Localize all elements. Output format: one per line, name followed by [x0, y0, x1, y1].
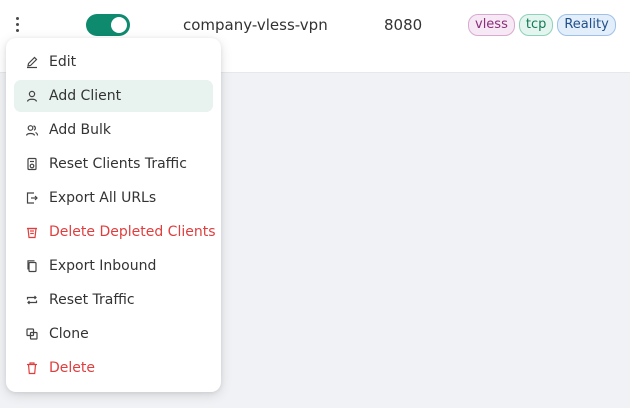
user-icon [25, 89, 39, 103]
menu-item-export-inbound[interactable]: Export Inbound [14, 250, 213, 282]
inbound-port: 8080 [384, 16, 423, 34]
menu-item-label: Export Inbound [49, 258, 157, 274]
more-actions-icon[interactable] [10, 12, 24, 36]
menu-item-clone[interactable]: Clone [14, 318, 213, 350]
menu-item-label: Delete Depleted Clients [49, 224, 216, 240]
menu-item-add-client[interactable]: Add Client [14, 80, 213, 112]
rest-icon [25, 225, 39, 239]
trash-icon [25, 361, 39, 375]
menu-item-label: Reset Traffic [49, 292, 135, 308]
menu-item-delete-depleted-clients[interactable]: Delete Depleted Clients [14, 216, 216, 248]
protocol-tags: vless tcp Reality [468, 14, 616, 36]
enable-toggle[interactable] [86, 14, 130, 36]
menu-item-add-bulk[interactable]: Add Bulk [14, 114, 213, 146]
users-icon [25, 123, 39, 137]
menu-item-label: Export All URLs [49, 190, 157, 206]
menu-item-edit[interactable]: Edit [14, 46, 213, 78]
menu-item-reset-clients-traffic[interactable]: Reset Clients Traffic [14, 148, 213, 180]
edit-icon [25, 55, 39, 69]
reset-file-icon [25, 157, 39, 171]
menu-item-reset-traffic[interactable]: Reset Traffic [14, 284, 213, 316]
menu-item-label: Clone [49, 326, 89, 342]
menu-item-export-all-urls[interactable]: Export All URLs [14, 182, 213, 214]
block-icon [25, 327, 39, 341]
export-icon [25, 191, 39, 205]
actions-dropdown-menu: Edit Add Client Add Bulk Reset Clients T… [6, 38, 221, 392]
menu-item-label: Add Bulk [49, 122, 112, 138]
tag-security: Reality [557, 14, 616, 36]
tag-protocol: vless [468, 14, 515, 36]
menu-item-label: Reset Clients Traffic [49, 156, 187, 172]
inbound-remark: company-vless-vpn [183, 16, 328, 34]
menu-item-label: Add Client [49, 88, 122, 104]
copy-icon [25, 259, 39, 273]
retweet-icon [25, 293, 39, 307]
toggle-knob [111, 17, 127, 33]
menu-item-label: Edit [49, 54, 77, 70]
menu-item-label: Delete [49, 360, 95, 376]
menu-item-delete[interactable]: Delete [14, 352, 213, 384]
tag-network: tcp [518, 14, 554, 36]
